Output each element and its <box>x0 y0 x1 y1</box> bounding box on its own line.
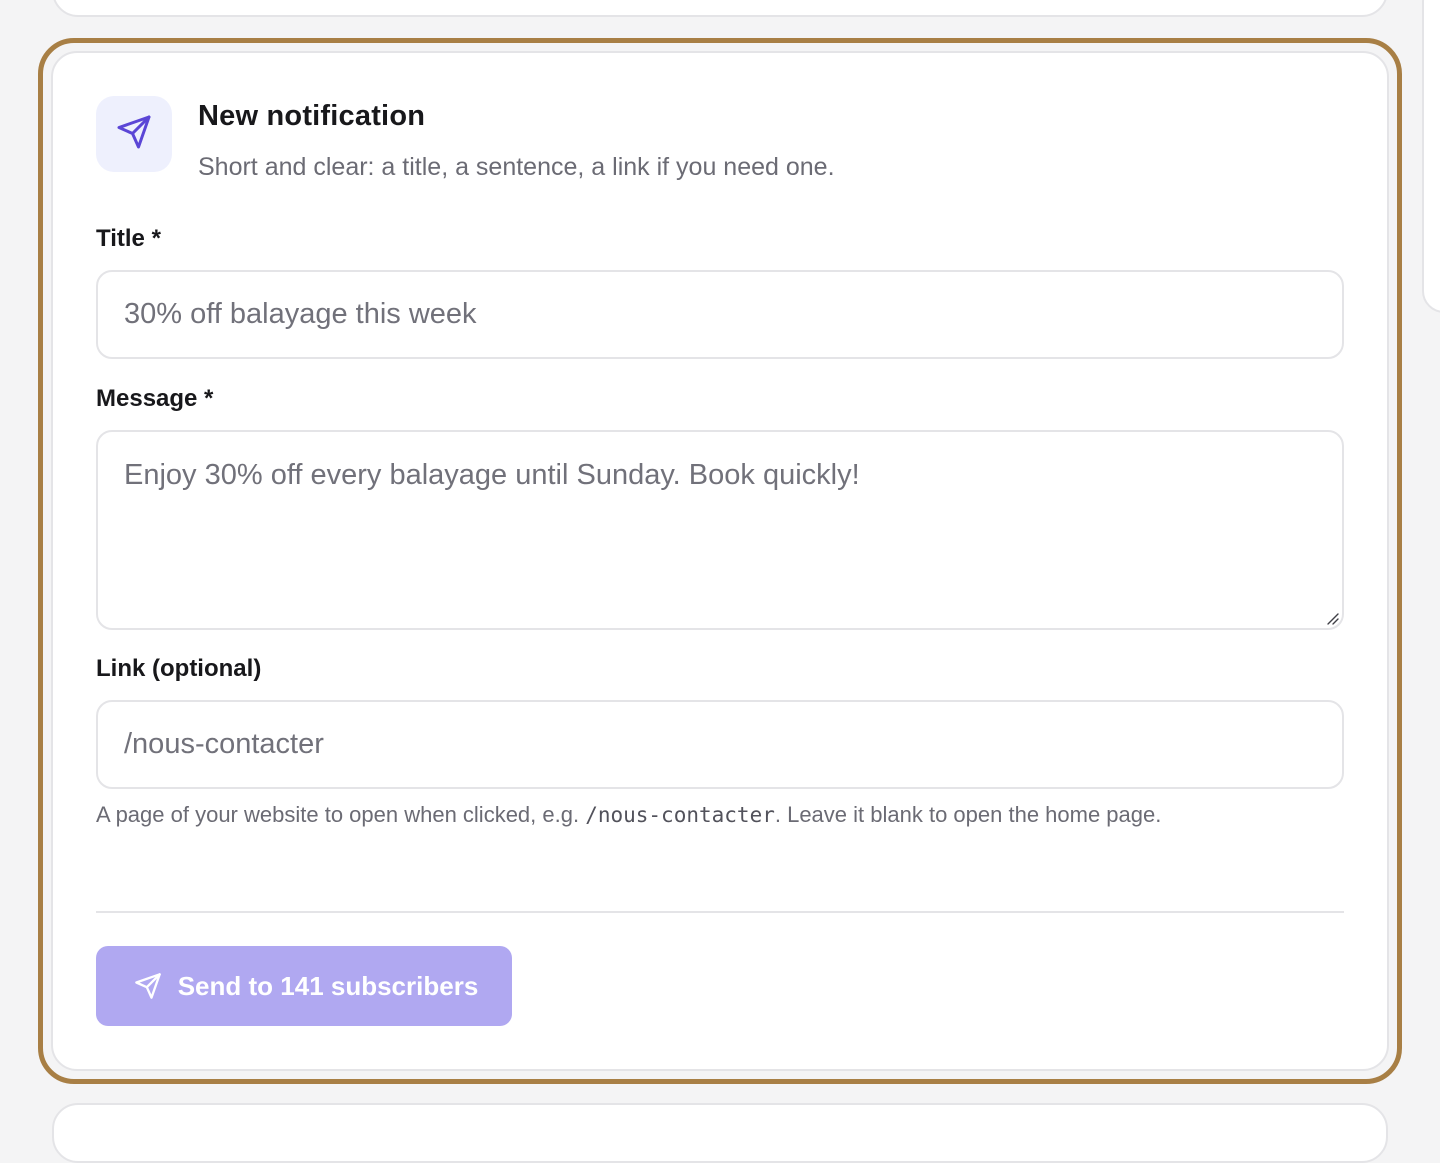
side-panel <box>1422 0 1440 313</box>
send-icon <box>116 114 152 155</box>
previous-card <box>52 0 1388 17</box>
message-textarea[interactable] <box>96 430 1344 630</box>
send-button-label: Send to 141 subscribers <box>177 970 479 1001</box>
send-icon <box>134 972 162 1000</box>
message-label: Message * <box>96 385 214 412</box>
title-input[interactable] <box>96 270 1344 359</box>
header-icon-box <box>96 96 172 172</box>
link-label: Link (optional) <box>96 655 262 682</box>
card-title: New notification <box>198 100 426 132</box>
link-input[interactable] <box>96 700 1344 789</box>
link-help-after: . Leave it blank to open the home page. <box>774 802 1162 827</box>
link-help-text: A page of your website to open when clic… <box>96 796 1256 834</box>
title-label: Title * <box>96 225 161 252</box>
next-card <box>52 1103 1388 1163</box>
resize-handle-icon[interactable] <box>1324 610 1340 626</box>
link-help-before: A page of your website to open when clic… <box>96 802 586 827</box>
footer-divider <box>96 911 1344 913</box>
send-button[interactable]: Send to 141 subscribers <box>96 946 512 1026</box>
card-subtitle: Short and clear: a title, a sentence, a … <box>198 153 835 181</box>
link-help-example: /nous-contacter <box>585 803 775 827</box>
